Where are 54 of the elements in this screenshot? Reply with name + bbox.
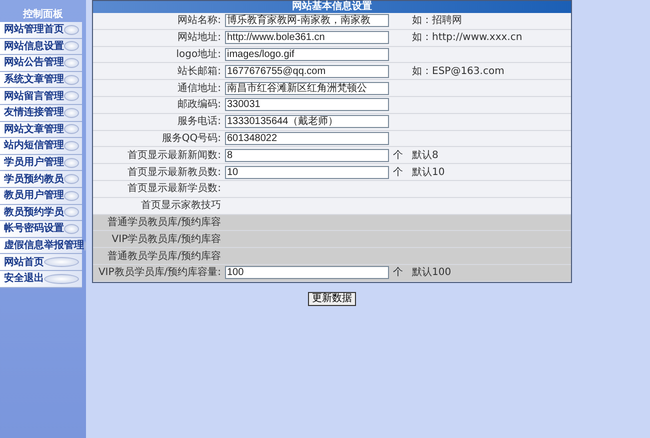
field-label: 服务QQ号码: xyxy=(160,132,222,146)
input-field[interactable]: 10 xyxy=(225,166,389,179)
sidebar-item[interactable]: 教员预约学员 xyxy=(0,204,82,222)
sidebar-item[interactable]: 网站首页 xyxy=(0,254,82,271)
input-field[interactable]: 601348022 xyxy=(225,132,389,145)
hint-text: 如：ESP@163.com xyxy=(412,66,504,77)
panel-title: 网站基本信息设置 xyxy=(93,1,571,13)
input-field[interactable]: http://www.bole361.cn xyxy=(225,31,389,44)
sidebar-item[interactable]: 系统文章管理 xyxy=(0,72,82,88)
sidebar-item[interactable]: 网站管理首页 xyxy=(0,22,82,39)
hint-text: 默认10 xyxy=(412,166,445,178)
sidebar-item[interactable]: 网站留言管理 xyxy=(0,88,82,105)
field-label: logo地址: xyxy=(175,48,222,62)
sidebar-item[interactable]: 网站文章管理 xyxy=(0,122,82,138)
input-field[interactable]: 1677676755@qq.com xyxy=(225,64,389,78)
input-field[interactable]: 南昌市红谷滩新区红角洲梵顿公 xyxy=(225,82,389,95)
unit-label: 个 xyxy=(393,266,403,280)
hint-text: 如：http://www.xxx.cn xyxy=(412,32,522,44)
input-field[interactable]: 330031 xyxy=(225,98,389,112)
field-label: 站长邮箱: xyxy=(176,64,222,79)
field-label: 首页显示最新学员数: xyxy=(126,182,222,196)
sidebar-item[interactable]: 学员预约教员 xyxy=(0,171,82,188)
field-label: 通信地址: xyxy=(176,82,222,96)
input-field[interactable]: 100 xyxy=(225,266,389,280)
field-label: 网站名称: xyxy=(176,14,222,28)
sidebar-item[interactable]: 教员用户管理 xyxy=(0,188,82,205)
field-label: VIP学员教员库/预约库容 xyxy=(110,232,222,247)
sidebar-item[interactable]: 友情连接管理 xyxy=(0,104,82,122)
field-label: 普通学员教员库/预约库容 xyxy=(106,216,222,230)
field-label: VIP教员学员库/预约库容量: xyxy=(97,266,222,280)
sidebar-item[interactable]: 网站信息设置 xyxy=(0,38,82,56)
field-label: 首页显示家教技巧 xyxy=(140,198,222,214)
sidebar-item[interactable]: 帐号密码设置 xyxy=(0,221,82,238)
field-label: 首页显示最新新闻数: xyxy=(126,148,222,163)
input-field[interactable]: 8 xyxy=(225,148,389,162)
sidebar-item[interactable]: 站内短信管理 xyxy=(0,138,82,155)
unit-label: 个 xyxy=(393,148,403,163)
sidebar-title: 控制面板 xyxy=(22,8,64,22)
field-label: 网站地址: xyxy=(176,30,222,46)
input-field[interactable]: 13330135644（戴老师） xyxy=(225,115,389,128)
input-field[interactable]: images/logo.gif xyxy=(225,48,389,61)
hint-text: 如：招聘网 xyxy=(412,15,462,26)
sidebar-item[interactable]: 学员用户管理 xyxy=(0,154,82,172)
update-button[interactable]: 更新数据 xyxy=(308,292,356,306)
sidebar-item[interactable]: 安全退出 xyxy=(0,270,82,288)
sidebar-item[interactable]: 网站公告管理 xyxy=(0,55,82,72)
hint-text: 默认100 xyxy=(412,267,452,278)
field-label: 首页显示最新教员数: xyxy=(126,166,222,180)
field-label: 服务电话: xyxy=(176,114,222,130)
unit-label: 个 xyxy=(393,166,403,180)
field-label: 普通教员学员库/预约库容 xyxy=(106,250,222,264)
field-label: 邮政编码: xyxy=(176,98,222,112)
input-field[interactable]: 博乐教育家教网-南家教，南家教 xyxy=(225,14,389,28)
hint-text: 默认8 xyxy=(412,150,438,161)
